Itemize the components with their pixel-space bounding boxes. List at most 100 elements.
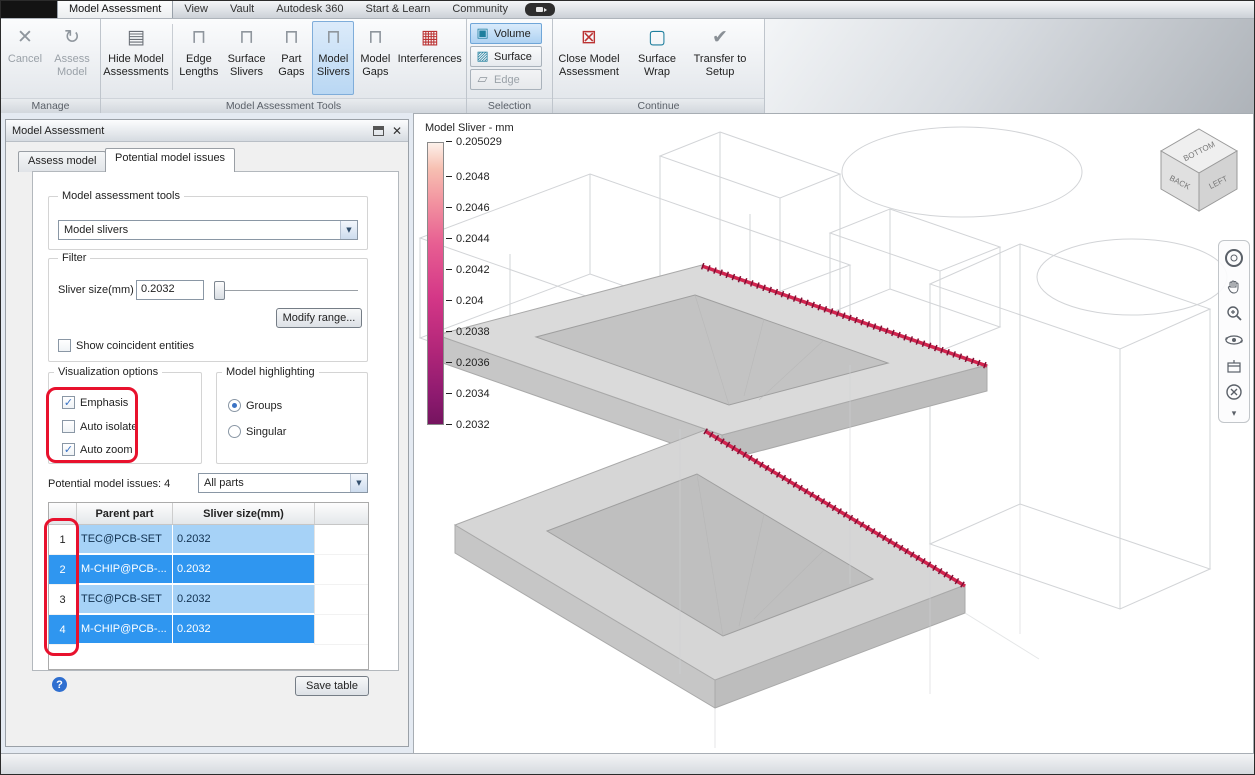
panel-title: Model Assessment <box>12 124 105 137</box>
view-cube[interactable]: BOTTOM BACK LEFT <box>1149 122 1249 224</box>
help-button[interactable]: ? <box>52 677 67 692</box>
emphasis-checkbox[interactable]: ✓ <box>62 396 75 409</box>
legend-tick: 0.2048 <box>446 170 490 183</box>
model-assessment-panel: Model Assessment ✕ Assess model Potentia… <box>5 119 409 747</box>
cancel-icon: ✕ <box>17 26 33 49</box>
show-coincident-checkbox[interactable] <box>58 339 71 352</box>
surface-wrap-icon: ▢ <box>648 26 666 49</box>
selection-surface-button[interactable]: ▨ Surface <box>470 46 542 67</box>
document-icon: ▤ <box>127 26 145 49</box>
group-label-continue: Continue <box>553 98 764 113</box>
table-row[interactable]: 4 M-CHIP@PCB-... 0.2032 <box>49 615 368 645</box>
show-coincident-label: Show coincident entities <box>76 340 195 352</box>
table-row[interactable]: 1 TEC@PCB-SET 0.2032 <box>49 525 368 555</box>
legend-tick: 0.205029 <box>446 135 502 148</box>
application-window: Model Assessment View Vault Autodesk 360… <box>0 0 1255 775</box>
close-model-assessment-button[interactable]: ⊠ Close Model Assessment <box>556 21 622 95</box>
group-label-manage: Manage <box>1 98 100 113</box>
selection-volume-button[interactable]: ▣ Volume <box>470 23 542 44</box>
model-gaps-button[interactable]: ⊓ Model Gaps <box>356 21 394 95</box>
header-parent-part[interactable]: Parent part <box>77 503 173 524</box>
lower-plate <box>453 429 967 709</box>
edge-lengths-icon: ⊓ <box>191 26 207 49</box>
modify-range-button[interactable]: Modify range... <box>276 308 362 328</box>
zoom-icon[interactable] <box>1225 304 1243 322</box>
assess-model-button[interactable]: ↻ Assess Model <box>48 21 96 95</box>
orbit-icon[interactable] <box>1224 331 1244 349</box>
pan-hand-icon[interactable] <box>1225 277 1243 295</box>
groupbox-label: Model highlighting <box>222 366 319 378</box>
panel-titlebar[interactable]: Model Assessment ✕ <box>6 120 408 142</box>
sliver-size-input[interactable]: 0.2032 <box>136 280 204 300</box>
look-box-icon[interactable] <box>1225 358 1243 374</box>
assessment-tool-dropdown[interactable]: Model slivers ▼ <box>58 220 358 240</box>
steering-wheel-icon[interactable] <box>1224 248 1244 268</box>
sliver-size-slider-track[interactable] <box>218 290 358 292</box>
checkmark-icon: ✔ <box>712 26 728 49</box>
volume-cube-icon: ▣ <box>476 26 489 41</box>
groupbox-label: Model assessment tools <box>58 190 184 202</box>
groupbox-label: Visualization options <box>54 366 163 378</box>
selection-edge-button[interactable]: ▱ Edge <box>470 69 542 90</box>
viewport-3d[interactable]: Model Sliver - mm 0.205029 0.2048 0.2046… <box>413 113 1254 754</box>
camera-icon <box>536 7 548 12</box>
ribbon-tab-autodesk-360[interactable]: Autodesk 360 <box>265 1 354 18</box>
legend-tick: 0.2036 <box>446 356 490 369</box>
ribbon-tab-start-learn[interactable]: Start & Learn <box>355 1 442 18</box>
ribbon-tab-vault[interactable]: Vault <box>219 1 265 18</box>
interferences-icon: ▦ <box>420 26 439 49</box>
save-table-button[interactable]: Save table <box>295 676 369 696</box>
part-gaps-button[interactable]: ⊓ Part Gaps <box>272 21 310 95</box>
surface-wrap-button[interactable]: ▢ Surface Wrap <box>624 21 690 95</box>
part-gaps-icon: ⊓ <box>283 26 299 49</box>
parts-filter-dropdown[interactable]: All parts ▼ <box>198 473 368 493</box>
auto-isolate-label: Auto isolate <box>80 421 138 433</box>
close-window-icon: ⊠ <box>581 26 597 49</box>
ribbon-tab-community[interactable]: Community <box>441 1 519 18</box>
cancel-button[interactable]: ✕ Cancel <box>4 21 46 95</box>
issues-table: Parent part Sliver size(mm) 1 TEC@PCB-SE… <box>48 502 369 670</box>
ribbon-group-manage: ✕ Cancel ↻ Assess Model Manage <box>1 19 101 113</box>
legend-tick: 0.2032 <box>446 418 490 431</box>
sliver-size-slider-thumb[interactable] <box>214 281 225 300</box>
singular-label: Singular <box>246 426 287 438</box>
auto-isolate-checkbox[interactable] <box>62 420 75 433</box>
group-label-model-assessment-tools: Model Assessment Tools <box>101 98 466 113</box>
media-panel-button[interactable] <box>524 3 555 16</box>
status-bar <box>1 753 1254 774</box>
surface-slivers-button[interactable]: ⊓ Surface Slivers <box>223 21 271 95</box>
table-header: Parent part Sliver size(mm) <box>49 503 368 525</box>
float-window-icon[interactable] <box>372 125 384 136</box>
header-sliver-size[interactable]: Sliver size(mm) <box>173 503 315 524</box>
ribbon-empty-area <box>765 19 1254 113</box>
interferences-button[interactable]: ▦ Interferences <box>396 21 463 95</box>
edge-lengths-button[interactable]: ⊓ Edge Lengths <box>177 21 221 95</box>
groupbox-model-highlighting <box>216 372 368 464</box>
tab-potential-model-issues[interactable]: Potential model issues <box>105 148 236 172</box>
ribbon: ✕ Cancel ↻ Assess Model Manage ▤ Hide Mo… <box>1 19 1254 113</box>
groups-label: Groups <box>246 400 283 412</box>
auto-zoom-checkbox[interactable]: ✓ <box>62 443 75 456</box>
groups-radio[interactable] <box>228 399 241 412</box>
ribbon-divider <box>172 24 173 90</box>
legend-tick: 0.2044 <box>446 232 490 245</box>
table-row[interactable]: 3 TEC@PCB-SET 0.2032 <box>49 585 368 615</box>
ribbon-tab-model-assessment[interactable]: Model Assessment <box>57 1 174 18</box>
application-menu-corner[interactable] <box>1 1 57 18</box>
model-slivers-button[interactable]: ⊓ Model Slivers <box>312 21 355 95</box>
edge-icon: ▱ <box>477 72 488 87</box>
close-icon[interactable]: ✕ <box>392 124 402 138</box>
legend-tick: 0.2038 <box>446 325 490 338</box>
groupbox-label: Filter <box>58 252 91 264</box>
ribbon-tab-view[interactable]: View <box>173 1 219 18</box>
navbar-chevron-icon[interactable]: ▾ <box>1232 410 1237 419</box>
close-circle-icon[interactable] <box>1225 383 1243 401</box>
transfer-to-setup-button[interactable]: ✔ Transfer to Setup <box>692 21 748 95</box>
model-3d-scene[interactable] <box>414 114 1254 754</box>
singular-radio[interactable] <box>228 425 241 438</box>
surface-icon: ▨ <box>476 49 489 64</box>
model-gaps-icon: ⊓ <box>367 26 383 49</box>
tab-assess-model[interactable]: Assess model <box>18 151 107 172</box>
hide-model-assessments-button[interactable]: ▤ Hide Model Assessments <box>103 21 168 95</box>
table-row[interactable]: 2 M-CHIP@PCB-... 0.2032 <box>49 555 368 585</box>
